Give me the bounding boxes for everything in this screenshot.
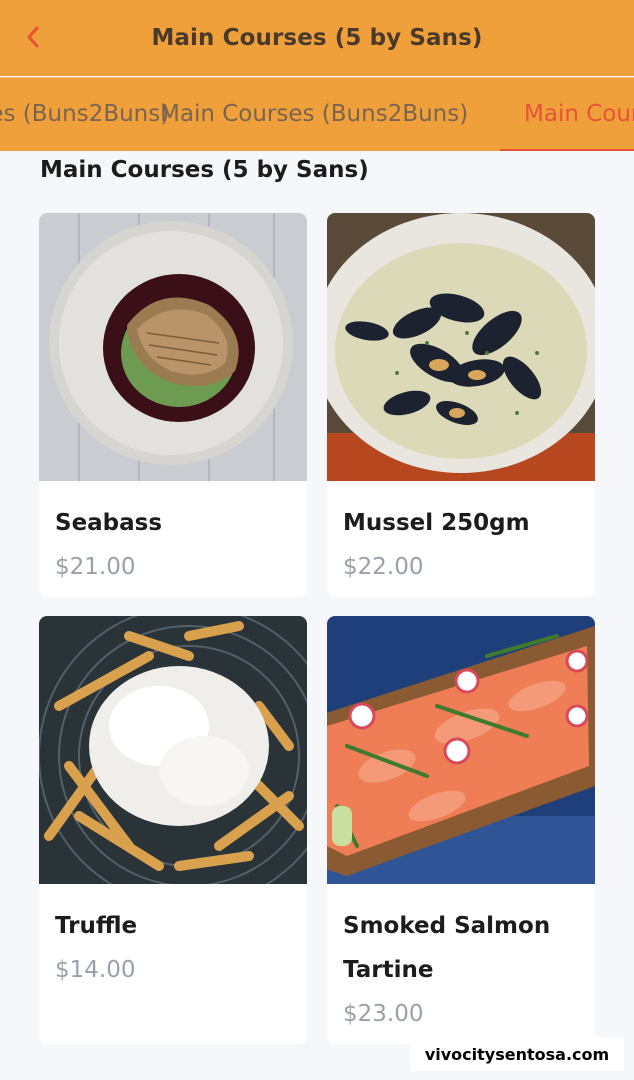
back-button[interactable]: [18, 22, 48, 52]
item-price: $22.00: [343, 554, 424, 580]
category-tab-bar[interactable]: Main Courses (Buns2Buns) Main Courses (B…: [0, 77, 634, 151]
watermark: vivocitysentosa.com: [410, 1037, 624, 1071]
dish-image-seabass: [39, 213, 307, 481]
chevron-left-icon: [27, 26, 39, 48]
item-price: $14.00: [55, 957, 136, 983]
menu-item-card[interactable]: Mussel 250gm $22.00: [327, 213, 595, 597]
page-title: Main Courses (5 by Sans): [151, 25, 483, 51]
menu-item-card[interactable]: Seabass $21.00: [39, 213, 307, 597]
item-price: $23.00: [343, 1001, 424, 1027]
tab-main-courses-5-by-sans[interactable]: Main Courses (5 by Sans): [500, 78, 634, 151]
dish-image-smoked-salmon-tartine: [327, 616, 595, 884]
item-name: Truffle: [55, 913, 138, 939]
tab-main-courses-buns2buns-2[interactable]: Main Courses (Buns2Buns): [160, 78, 468, 151]
top-app-bar: Main Courses (5 by Sans): [0, 0, 634, 76]
menu-item-card[interactable]: Smoked Salmon Tartine $23.00: [327, 616, 595, 1044]
menu-item-card[interactable]: Truffle $14.00: [39, 616, 307, 1044]
tab-main-courses-buns2buns-1[interactable]: Main Courses (Buns2Buns): [0, 78, 169, 151]
item-price: $21.00: [55, 554, 136, 580]
dish-image-mussel: [327, 213, 595, 481]
item-name: Smoked Salmon Tartine: [343, 913, 551, 983]
item-name: Seabass: [55, 510, 163, 536]
section-title: Main Courses (5 by Sans): [40, 157, 369, 183]
dish-image-truffle: [39, 616, 307, 884]
item-name: Mussel 250gm: [343, 510, 530, 536]
